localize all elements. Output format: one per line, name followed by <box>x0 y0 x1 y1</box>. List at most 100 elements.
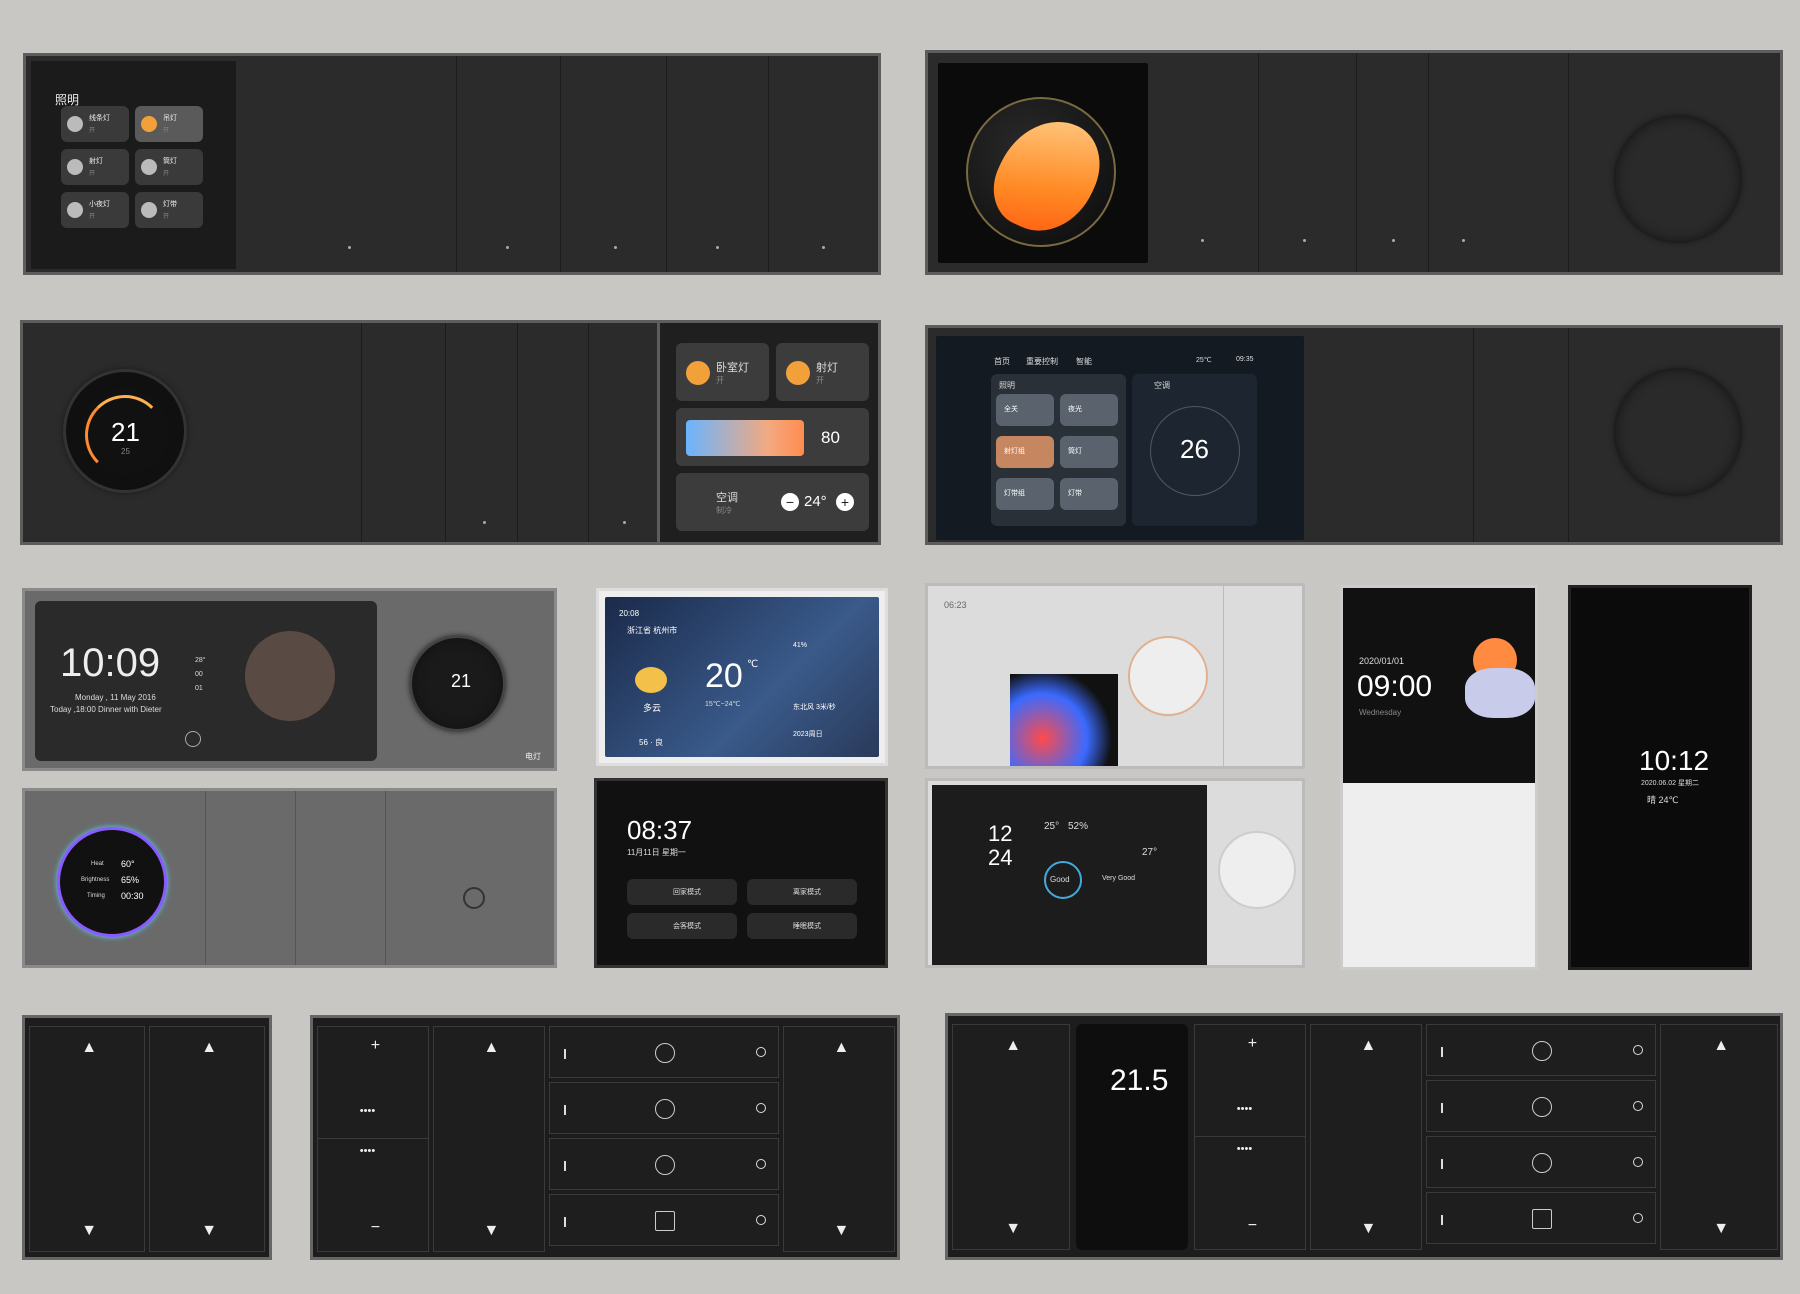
scene-guest-label: 会客模式 <box>673 923 701 930</box>
plus-key[interactable]: + •••• <box>1195 1025 1305 1137</box>
weather-readout: 25℃ <box>1196 357 1212 364</box>
bulb-icon <box>686 361 710 385</box>
clock-time: 10:09 <box>60 641 161 685</box>
down-arrow-icon: ▼ <box>1005 1220 1022 1237</box>
brightness-slider[interactable] <box>686 420 804 456</box>
light-tile[interactable]: 吊灯开 <box>135 106 203 142</box>
key-column[interactable]: ▲ ▼ <box>1660 1024 1778 1250</box>
rotary-knob[interactable] <box>1614 115 1742 243</box>
light-label: 线条灯 <box>89 115 110 122</box>
up-arrow-icon: ▲ <box>1005 1037 1022 1054</box>
bedroom-light-tile[interactable]: 卧室灯 开 <box>676 343 769 401</box>
scene-key[interactable] <box>1426 1192 1656 1244</box>
clock-weather-panel: 2020/01/01 09:00 Wednesday <box>1340 585 1538 970</box>
smart-t2: 52% <box>1068 821 1089 832</box>
scene-leave-button[interactable]: 离家模式 <box>747 879 857 905</box>
weather-aqi: 56 · 良 <box>639 738 664 747</box>
white-knob[interactable] <box>1128 636 1208 716</box>
up-arrow-icon: ▲ <box>833 1039 850 1056</box>
scene-home-button[interactable]: 回家模式 <box>627 879 737 905</box>
dashboard-panel: 首页 重要控制 智能 25℃ 09:35 照明 空调 26 全关 夜光 射灯组 筒灯灯… <box>925 325 1783 545</box>
scene-key[interactable] <box>549 1082 779 1134</box>
white-knob[interactable] <box>1218 831 1296 909</box>
side-3: 01 <box>195 685 203 692</box>
vc-weather: 晴 24℃ <box>1647 795 1679 805</box>
smart-t3: 27° <box>1142 847 1158 858</box>
scene-tile[interactable]: 全关 <box>996 394 1054 426</box>
scene-tile[interactable]: 灯带组 <box>996 478 1054 510</box>
clock-readout: 09:35 <box>1236 356 1254 363</box>
scene-date: 11月11日 星期一 <box>627 848 686 857</box>
tab-control[interactable]: 重要控制 <box>1026 356 1058 367</box>
keypad-3: ▲ ▼ + •••• •••• − ▲ ▼ ▲ ▼ 21.5 <box>945 1013 1783 1260</box>
key-column[interactable]: ▲ ▼ <box>1310 1024 1422 1250</box>
tab-home[interactable]: 首页 <box>994 356 1010 367</box>
minus-icon: − <box>1247 1217 1258 1234</box>
weather-temp: 20 <box>705 657 743 695</box>
tab-smart[interactable]: 智能 <box>1076 356 1092 367</box>
scene-tile[interactable]: 射灯组 <box>996 436 1054 468</box>
scene-key[interactable] <box>1426 1024 1656 1076</box>
minus-key[interactable]: •••• − <box>1195 1137 1305 1249</box>
ac-sub: 制冷 <box>716 506 732 515</box>
scene-tile[interactable]: 灯带 <box>1060 478 1118 510</box>
light-sub: 开 <box>163 214 170 220</box>
key-column[interactable]: ▲ ▼ <box>149 1026 265 1252</box>
scene-key[interactable] <box>549 1138 779 1190</box>
light-tile[interactable]: 筒灯开 <box>135 149 203 185</box>
scene-key[interactable] <box>549 1026 779 1078</box>
up-arrow-icon: ▲ <box>483 1039 500 1056</box>
scene-glyph-icon <box>655 1043 675 1063</box>
up-arrow-icon: ▲ <box>201 1039 218 1056</box>
page: { "p1": {"title":"照明","items":[ {"label"… <box>0 0 1800 1294</box>
rotary-knob[interactable] <box>1614 368 1742 496</box>
light-tile[interactable]: 射灯开 <box>61 149 129 185</box>
light-tile[interactable]: 小夜灯开 <box>61 192 129 228</box>
down-arrow-icon: ▼ <box>201 1222 218 1239</box>
light-sub: 开 <box>89 128 96 134</box>
key-column[interactable]: + •••• •••• − <box>1194 1024 1306 1250</box>
side-2: 00 <box>195 671 203 678</box>
scene-tile[interactable]: 夜光 <box>1060 394 1118 426</box>
spot-light-tile[interactable]: 射灯 开 <box>776 343 869 401</box>
minus-icon: − <box>370 1219 381 1236</box>
ring-knob[interactable] <box>57 827 167 937</box>
scene-guest-button[interactable]: 会客模式 <box>627 913 737 939</box>
ac-minus-button[interactable]: − <box>781 493 799 511</box>
on-mark-icon <box>1441 1159 1443 1169</box>
dots-icon: •••• <box>359 1105 376 1117</box>
down-arrow-icon: ▼ <box>833 1222 850 1239</box>
light-time: 06:23 <box>944 600 967 610</box>
down-arrow-icon: ▼ <box>81 1222 98 1239</box>
key-column[interactable]: ▲ ▼ <box>783 1026 895 1252</box>
key-column[interactable]: ▲ ▼ <box>29 1026 145 1252</box>
light-panel: 06:23 <box>925 583 1305 769</box>
spot-light-label: 射灯 <box>816 362 838 374</box>
media-circle[interactable] <box>245 631 335 721</box>
ac-temp: 24° <box>804 493 827 510</box>
up-arrow-icon: ▲ <box>1713 1037 1730 1054</box>
scene-sleep-button[interactable]: 睡眠模式 <box>747 913 857 939</box>
lighting-panel: 照明 线条灯开吊灯开射灯开筒灯开小夜灯开灯带开 <box>23 53 881 275</box>
thermostat-panel: 21 25 <box>20 320 660 545</box>
ac-plus-button[interactable]: + <box>836 493 854 511</box>
scene-tile[interactable]: 筒灯 <box>1060 436 1118 468</box>
scene-key[interactable] <box>549 1194 779 1246</box>
scene-key[interactable] <box>1426 1080 1656 1132</box>
scene-tile-label: 射灯组 <box>1004 448 1025 455</box>
cloud-icon <box>1465 668 1535 718</box>
scene-tile-label: 灯带组 <box>1004 490 1025 497</box>
mic-icon[interactable] <box>185 731 201 747</box>
light-tile[interactable]: 线条灯开 <box>61 106 129 142</box>
scene-title: 照明 <box>999 381 1015 390</box>
key-column[interactable]: ▲ ▼ <box>433 1026 545 1252</box>
minus-key[interactable]: •••• − <box>318 1139 428 1251</box>
plus-key[interactable]: + •••• <box>318 1027 428 1139</box>
key-column[interactable]: ▲ ▼ <box>952 1024 1070 1250</box>
scene-glyph-icon <box>1532 1153 1552 1173</box>
scene-key[interactable] <box>1426 1136 1656 1188</box>
clock-event: Today ,18:00 Dinner with Dieter <box>50 705 162 714</box>
on-mark-icon <box>1441 1047 1443 1057</box>
key-column[interactable]: + •••• •••• − <box>317 1026 429 1252</box>
light-tile[interactable]: 灯带开 <box>135 192 203 228</box>
